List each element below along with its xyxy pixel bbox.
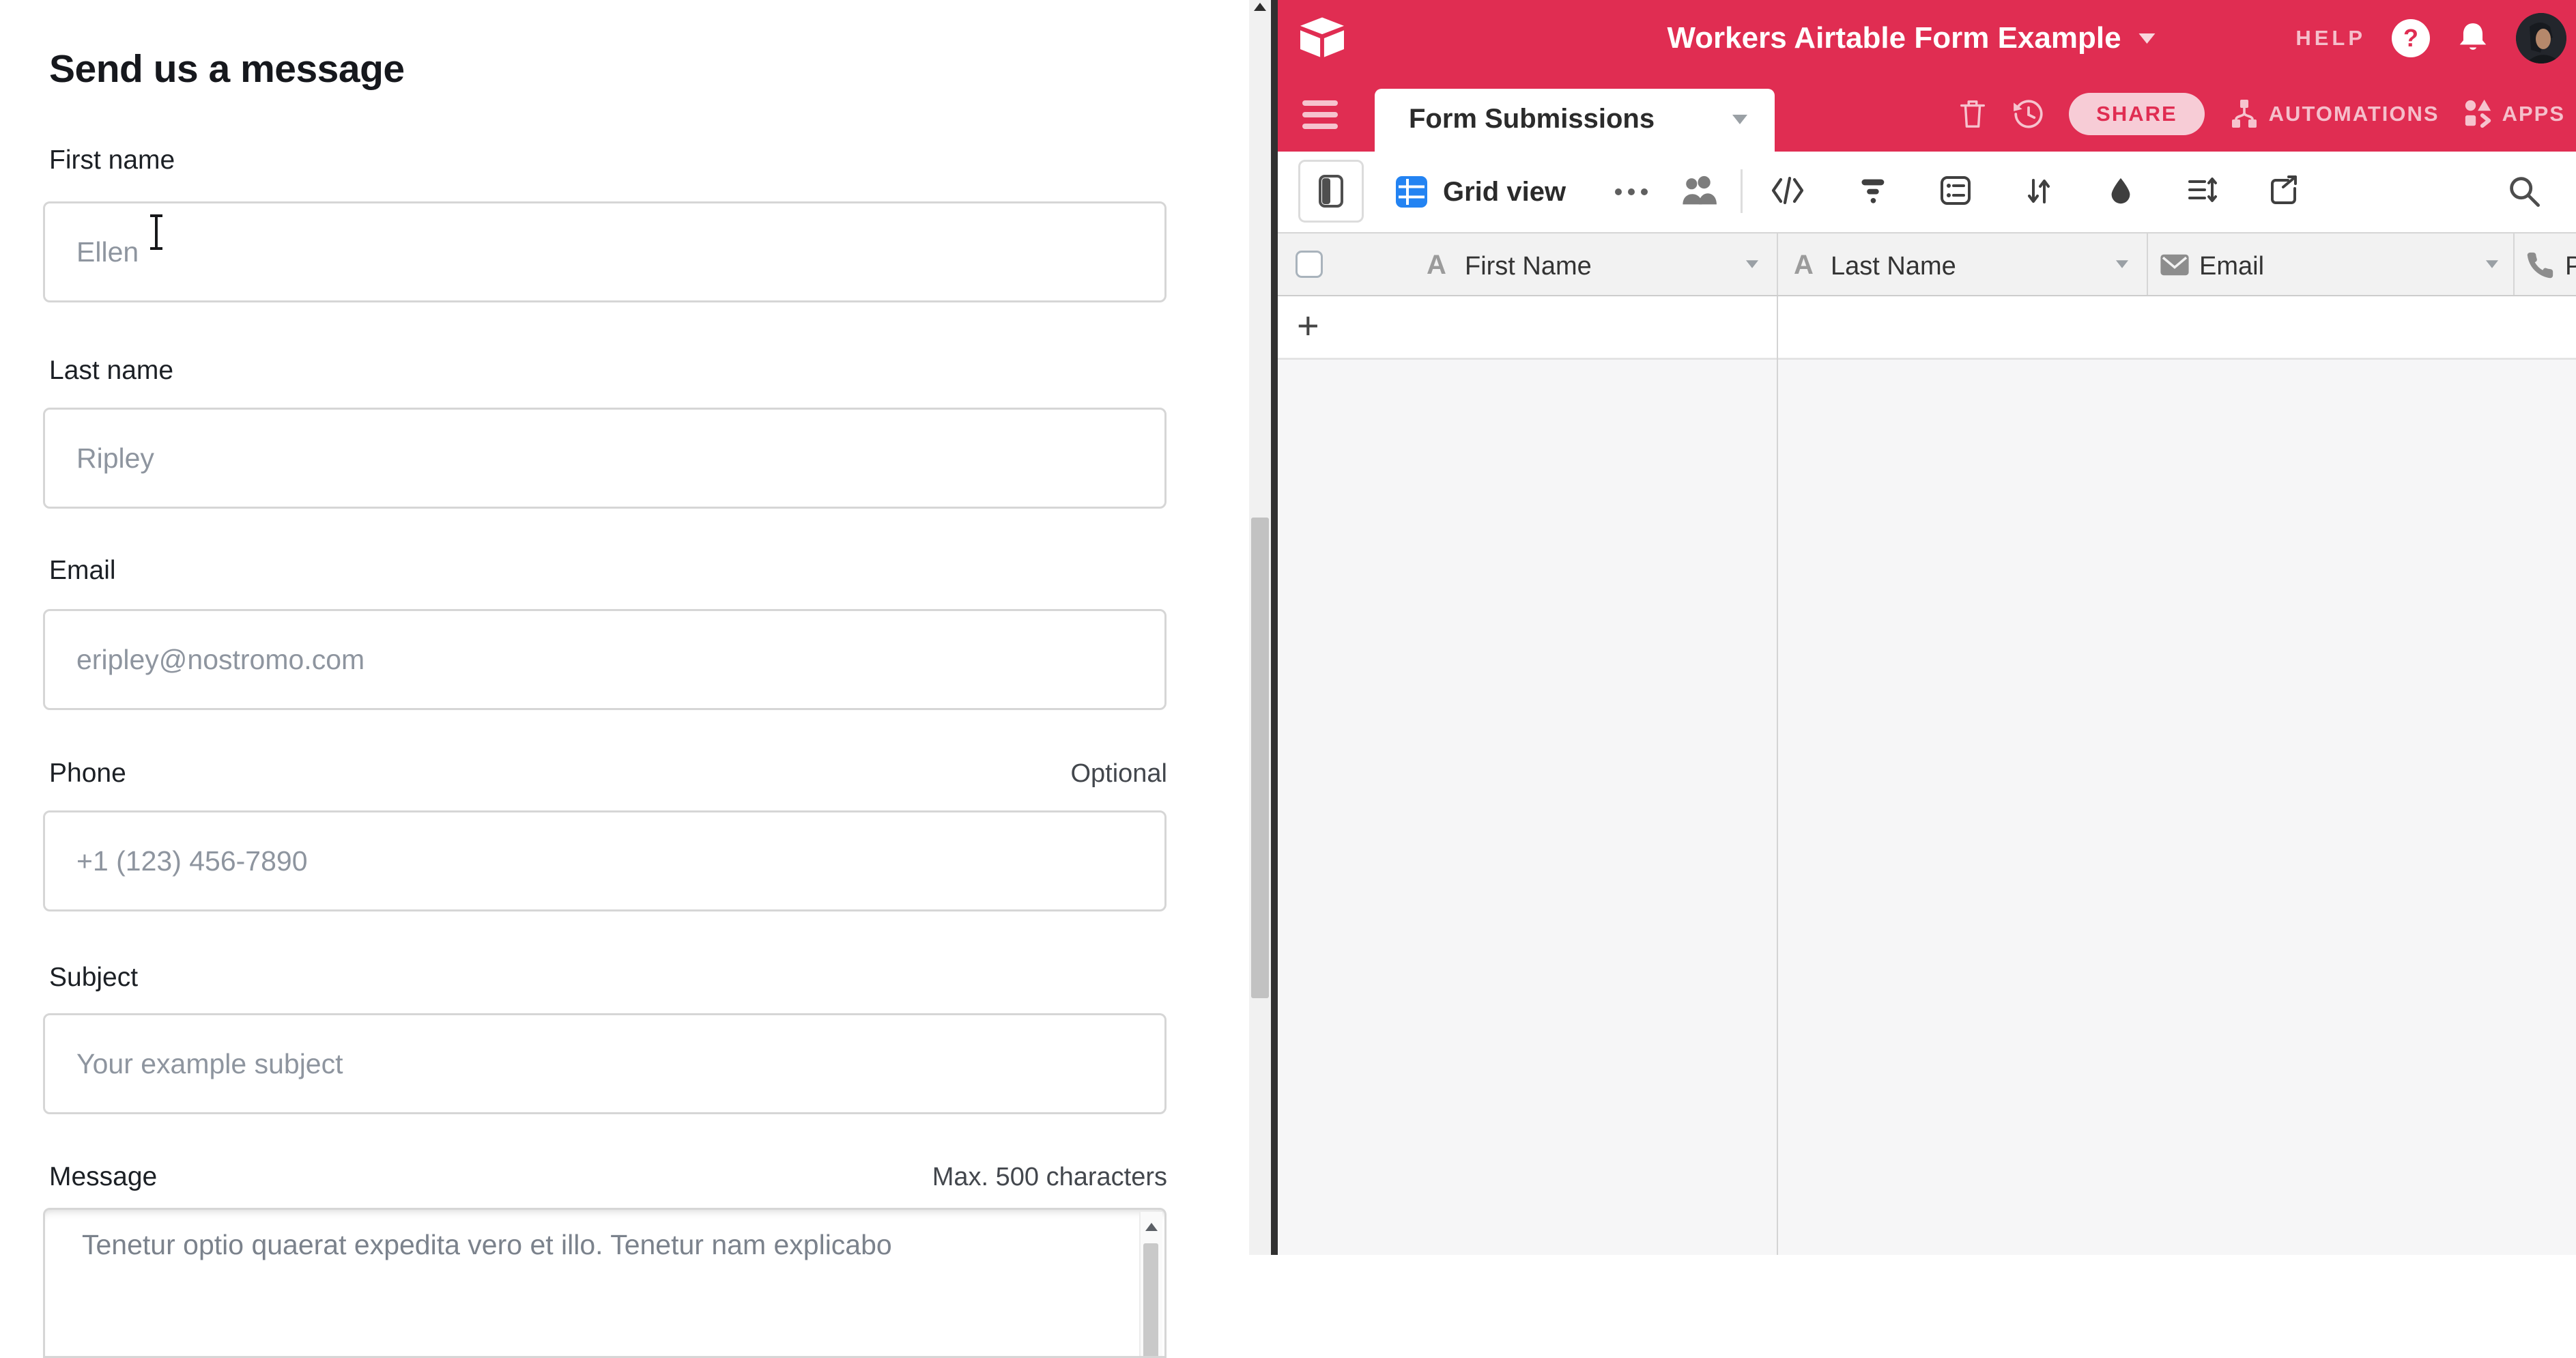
contact-form-pane: Send us a message First name Last name E… <box>0 0 1271 1255</box>
email-label: Email <box>49 556 116 586</box>
base-title: Workers Airtable Form Example <box>1667 21 2121 55</box>
apps-label: APPS <box>2502 102 2565 126</box>
tabbar-right-cluster: SHARE AUTOMATIONS APPS <box>1957 76 2565 152</box>
trash-icon[interactable] <box>1957 97 1988 131</box>
phone-optional-note: Optional <box>1070 759 1167 789</box>
column-header-phone[interactable]: Phone <box>2565 252 2576 281</box>
table-tab-label: Form Submissions <box>1409 89 1655 149</box>
view-name-label: Grid view <box>1443 177 1566 208</box>
collaborators-icon[interactable] <box>1679 173 1717 209</box>
search-icon[interactable] <box>2506 173 2542 209</box>
message-label-row: Message Max. 500 characters <box>49 1162 1167 1192</box>
history-icon[interactable] <box>2012 97 2046 131</box>
chevron-down-icon[interactable] <box>2139 33 2156 44</box>
pane-divider[interactable] <box>1271 0 1278 1255</box>
base-title-group[interactable]: Workers Airtable Form Example <box>1667 0 2155 76</box>
add-row-button[interactable]: + <box>1297 296 1319 355</box>
apps-button[interactable]: APPS <box>2463 98 2565 130</box>
hamburger-menu-icon[interactable] <box>1302 100 1338 135</box>
last-name-label: Last name <box>49 356 173 386</box>
grid-view-icon <box>1395 175 1428 208</box>
message-label: Message <box>49 1162 157 1192</box>
last-name-input[interactable] <box>43 408 1167 509</box>
message-textarea[interactable]: Tenetur optio quaerat expedita vero et i… <box>43 1208 1167 1358</box>
grid-view-selector[interactable]: Grid view <box>1395 152 1566 232</box>
scroll-up-arrow-icon[interactable] <box>1145 1223 1158 1231</box>
help-question-icon[interactable]: ? <box>2392 19 2430 57</box>
airtable-topbar: Workers Airtable Form Example HELP ? <box>1278 0 2576 76</box>
subject-label: Subject <box>49 963 138 993</box>
phone-input[interactable] <box>43 810 1167 911</box>
chevron-down-icon[interactable] <box>1732 115 1747 124</box>
share-view-icon[interactable] <box>2267 175 2300 208</box>
column-header-email[interactable]: Email <box>2199 252 2264 281</box>
chevron-down-icon[interactable] <box>1746 260 1758 268</box>
column-border[interactable] <box>2147 234 2148 295</box>
subject-label-row: Subject <box>49 963 1167 993</box>
message-maxlength-note: Max. 500 characters <box>932 1163 1167 1192</box>
last-name-label-row: Last name <box>49 356 1167 386</box>
chevron-down-icon[interactable] <box>2486 260 2498 268</box>
message-text: Tenetur optio quaerat expedita vero et i… <box>82 1229 892 1261</box>
grid-header-row: A First Name A Last Name Email Phone <box>1278 232 2576 296</box>
email-label-row: Email <box>49 556 1167 586</box>
email-field-icon <box>2160 253 2190 277</box>
view-options-ellipsis-icon[interactable] <box>1615 188 1648 195</box>
select-all-checkbox[interactable] <box>1296 251 1323 278</box>
automations-icon <box>2228 98 2261 130</box>
group-icon[interactable] <box>1938 175 1973 206</box>
phone-label-row: Phone Optional <box>49 759 1167 789</box>
share-button[interactable]: SHARE <box>2069 93 2205 135</box>
page-title: Send us a message <box>49 46 405 91</box>
phone-label: Phone <box>49 759 126 789</box>
toolbar-divider <box>1741 169 1743 213</box>
column-header-last-name[interactable]: Last Name <box>1831 252 1956 281</box>
view-toolbar: Grid view <box>1278 152 2576 232</box>
help-button[interactable]: HELP <box>2295 26 2366 51</box>
airtable-pane: Workers Airtable Form Example HELP ? <box>1278 0 2576 1255</box>
phone-field-icon <box>2524 250 2556 281</box>
user-avatar[interactable] <box>2516 13 2566 63</box>
color-icon[interactable] <box>2105 175 2136 208</box>
text-field-icon: A <box>1794 250 1814 281</box>
automations-button[interactable]: AUTOMATIONS <box>2228 98 2439 130</box>
sidebar-toggle-icon <box>1319 175 1343 208</box>
filter-icon[interactable] <box>1858 175 1889 206</box>
tab-form-submissions[interactable]: Form Submissions <box>1375 89 1775 152</box>
form-pane-scrollbar-thumb[interactable] <box>1251 518 1269 998</box>
scroll-up-arrow-icon[interactable] <box>1254 3 1266 11</box>
frozen-column-separator <box>1777 296 1778 1255</box>
sort-icon[interactable] <box>2022 175 2055 208</box>
airtable-tabbar: Form Submissions SHARE AUTOMATIONS <box>1278 76 2576 152</box>
chevron-down-icon[interactable] <box>2116 260 2128 268</box>
apps-icon <box>2463 98 2494 130</box>
first-name-input[interactable] <box>43 201 1167 302</box>
airtable-logo-icon <box>1298 16 1346 60</box>
column-border[interactable] <box>1777 234 1778 295</box>
column-header-first-name[interactable]: First Name <box>1465 252 1592 281</box>
add-row-row[interactable]: + <box>1278 296 2576 360</box>
column-border[interactable] <box>2513 234 2515 295</box>
subject-input[interactable] <box>43 1013 1167 1114</box>
first-name-label-row: First name <box>49 145 1167 175</box>
automations-label: AUTOMATIONS <box>2269 102 2439 126</box>
textarea-scrollbar[interactable] <box>1139 1212 1162 1356</box>
email-input[interactable] <box>43 609 1167 710</box>
text-field-icon: A <box>1427 250 1446 281</box>
textarea-scrollbar-thumb[interactable] <box>1143 1243 1158 1358</box>
first-name-label: First name <box>49 145 175 175</box>
hide-fields-icon[interactable] <box>1771 175 1805 206</box>
topbar-right-cluster: HELP ? <box>2295 0 2566 76</box>
notifications-bell-icon[interactable] <box>2456 20 2490 56</box>
text-cursor-icon <box>149 214 164 250</box>
row-height-icon[interactable] <box>2186 175 2220 208</box>
views-sidebar-toggle-button[interactable] <box>1298 160 1364 223</box>
